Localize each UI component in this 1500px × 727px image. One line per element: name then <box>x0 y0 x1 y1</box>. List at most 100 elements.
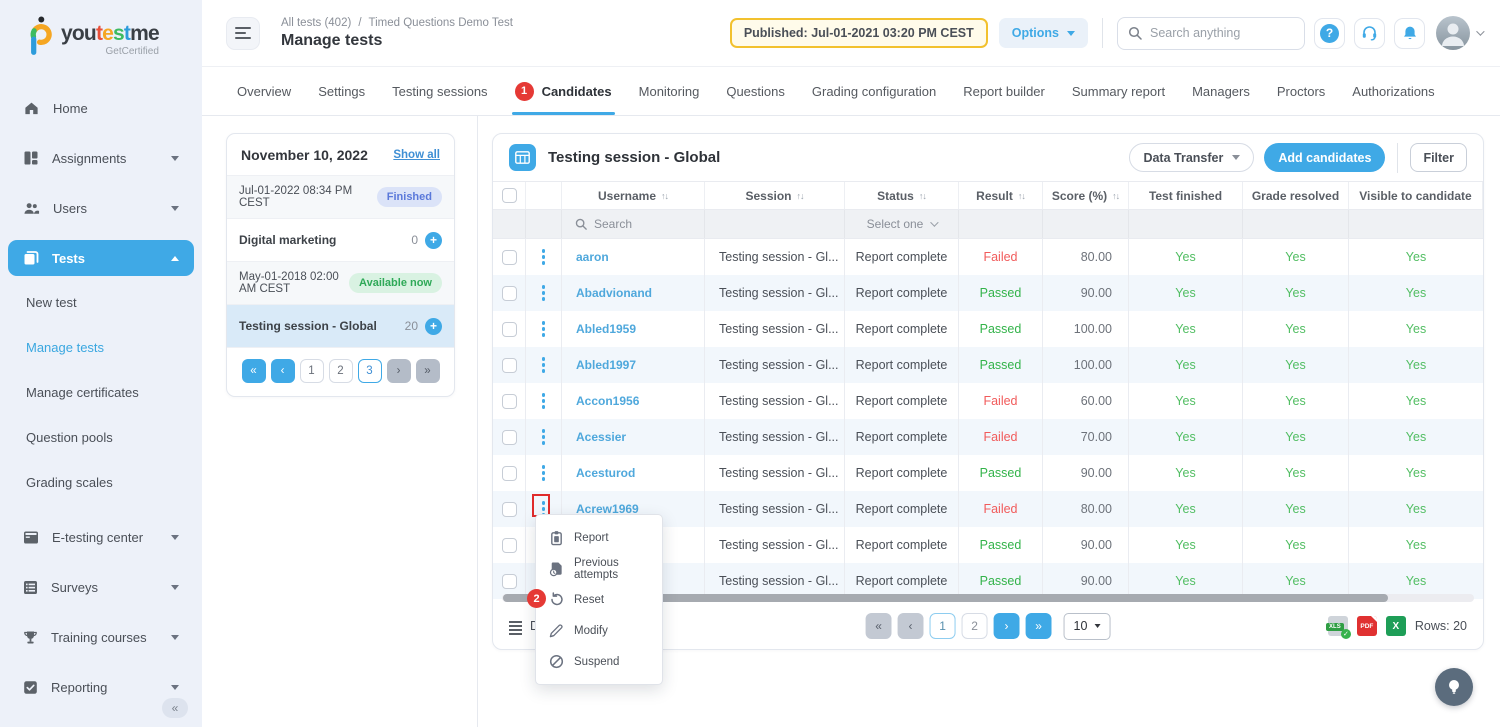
column-header[interactable]: Grade resolved ↑↓ <box>1243 182 1349 209</box>
schedule-entry[interactable]: May-01-2018 02:00 AM CEST Available now <box>227 261 454 304</box>
context-menu-modify[interactable]: Modify <box>536 615 662 646</box>
username-cell[interactable]: Acesturod <box>562 455 705 491</box>
data-transfer-button[interactable]: Data Transfer <box>1129 143 1254 172</box>
row-checkbox[interactable] <box>502 502 517 517</box>
schedule-entry[interactable]: Jul-01-2022 08:34 PM CEST Finished <box>227 175 454 218</box>
breadcrumb-all-tests[interactable]: All tests (402) <box>281 17 351 29</box>
current-page-button[interactable]: 1 <box>930 613 956 639</box>
tab[interactable]: 1 Candidates <box>515 67 612 115</box>
tab[interactable]: Testing sessions <box>392 67 487 115</box>
user-menu[interactable] <box>1436 16 1482 50</box>
username-cell[interactable]: Acessier <box>562 419 705 455</box>
first-page-button[interactable]: « <box>866 613 892 639</box>
username-cell[interactable]: Abled1997 <box>562 347 705 383</box>
sidebar-item-etesting-center[interactable]: E-testing center <box>8 519 194 555</box>
current-page-button[interactable]: 3 <box>358 359 382 383</box>
username-filter[interactable]: Search <box>562 210 705 238</box>
next-page-button[interactable]: › <box>387 359 411 383</box>
tab[interactable]: Monitoring <box>639 67 700 115</box>
column-header[interactable]: Session ↑↓ <box>705 182 845 209</box>
context-menu-previous-attempts[interactable]: Previous attempts <box>536 553 662 584</box>
column-header[interactable]: Test finished ↑↓ <box>1129 182 1243 209</box>
username-cell[interactable]: aaron <box>562 239 705 275</box>
sort-icon[interactable]: ↑↓ <box>1018 191 1025 201</box>
kebab-menu-icon[interactable] <box>536 460 552 486</box>
row-checkbox[interactable] <box>502 394 517 409</box>
sidebar-item-home[interactable]: Home <box>8 90 194 126</box>
username-cell[interactable]: Abled1959 <box>562 311 705 347</box>
select-all-checkbox[interactable] <box>502 188 517 203</box>
sidebar-item-training-courses[interactable]: Training courses <box>8 619 194 655</box>
tab[interactable]: Questions <box>726 67 785 115</box>
notifications-button[interactable] <box>1394 18 1425 49</box>
column-header[interactable]: Username ↑↓ <box>562 182 705 209</box>
help-button[interactable]: ? <box>1314 18 1345 49</box>
first-page-button[interactable]: « <box>242 359 266 383</box>
options-button[interactable]: Options <box>999 18 1088 48</box>
sidebar-item-tests[interactable]: Tests <box>8 240 194 276</box>
tab[interactable]: Report builder <box>963 67 1045 115</box>
row-checkbox[interactable] <box>502 538 517 553</box>
global-search[interactable] <box>1117 17 1305 50</box>
sidebar-item-users[interactable]: Users <box>8 190 194 226</box>
username-cell[interactable]: Abadvionand <box>562 275 705 311</box>
prev-page-button[interactable]: ‹ <box>271 359 295 383</box>
hints-fab-button[interactable] <box>1435 668 1473 706</box>
sidebar-subitem-manage-tests[interactable]: Manage tests <box>0 325 202 370</box>
tab[interactable]: Settings <box>318 67 365 115</box>
row-checkbox[interactable] <box>502 358 517 373</box>
column-header[interactable]: Visible to candidate ↑↓ <box>1349 182 1483 209</box>
column-header[interactable]: Status ↑↓ <box>845 182 959 209</box>
sidebar-subitem-new-test[interactable]: New test <box>0 280 202 325</box>
sidebar-subitem-grading-scales[interactable]: Grading scales <box>0 460 202 505</box>
row-checkbox[interactable] <box>502 430 517 445</box>
schedule-entry-selected[interactable]: Testing session - Global 20 + <box>227 304 454 347</box>
last-page-button[interactable]: » <box>1026 613 1052 639</box>
sort-icon[interactable]: ↑↓ <box>919 191 926 201</box>
username-cell[interactable]: Accon1956 <box>562 383 705 419</box>
sidebar-collapse-button[interactable]: « <box>162 698 188 718</box>
tab[interactable]: Summary report <box>1072 67 1165 115</box>
row-checkbox[interactable] <box>502 322 517 337</box>
add-candidate-plus-button[interactable]: + <box>425 232 442 249</box>
status-filter-select[interactable]: Select one <box>845 210 959 238</box>
kebab-menu-icon[interactable] <box>536 244 552 270</box>
search-input[interactable] <box>1150 26 1294 40</box>
column-header[interactable]: Result ↑↓ <box>959 182 1043 209</box>
export-xls-button[interactable]: XLS✓ <box>1328 616 1348 636</box>
kebab-menu-icon[interactable] <box>536 316 552 342</box>
last-page-button[interactable]: » <box>416 359 440 383</box>
row-checkbox[interactable] <box>502 574 517 589</box>
export-excel-button[interactable]: X <box>1386 616 1406 636</box>
sidebar-subitem-question-pools[interactable]: Question pools <box>0 415 202 460</box>
filter-button[interactable]: Filter <box>1410 143 1467 172</box>
prev-page-button[interactable]: ‹ <box>898 613 924 639</box>
next-page-button[interactable]: › <box>994 613 1020 639</box>
sort-icon[interactable]: ↑↓ <box>1112 191 1119 201</box>
page-button[interactable]: 2 <box>329 359 353 383</box>
support-button[interactable] <box>1354 18 1385 49</box>
context-menu-suspend[interactable]: Suspend <box>536 646 662 677</box>
row-checkbox[interactable] <box>502 466 517 481</box>
tab[interactable]: Overview <box>237 67 291 115</box>
add-candidate-plus-button[interactable]: + <box>425 318 442 335</box>
tab[interactable]: Proctors <box>1277 67 1325 115</box>
kebab-menu-icon[interactable] <box>536 280 552 306</box>
schedule-entry[interactable]: Digital marketing 0 + <box>227 218 454 261</box>
menu-toggle-button[interactable] <box>226 17 260 50</box>
sort-icon[interactable]: ↑↓ <box>661 191 668 201</box>
tab[interactable]: Managers <box>1192 67 1250 115</box>
sidebar-subitem-manage-certificates[interactable]: Manage certificates <box>0 370 202 415</box>
add-candidates-button[interactable]: Add candidates <box>1264 143 1385 172</box>
export-pdf-button[interactable]: PDF <box>1357 616 1377 636</box>
sidebar-item-surveys[interactable]: Surveys <box>8 569 194 605</box>
sort-icon[interactable]: ↑↓ <box>797 191 804 201</box>
row-checkbox[interactable] <box>502 250 517 265</box>
context-menu-report[interactable]: Report <box>536 522 662 553</box>
kebab-menu-icon[interactable] <box>536 388 552 414</box>
tab[interactable]: Grading configuration <box>812 67 936 115</box>
context-menu-reset[interactable]: Reset <box>536 584 662 615</box>
page-button[interactable]: 2 <box>962 613 988 639</box>
tab[interactable]: Authorizations <box>1352 67 1434 115</box>
row-checkbox[interactable] <box>502 286 517 301</box>
